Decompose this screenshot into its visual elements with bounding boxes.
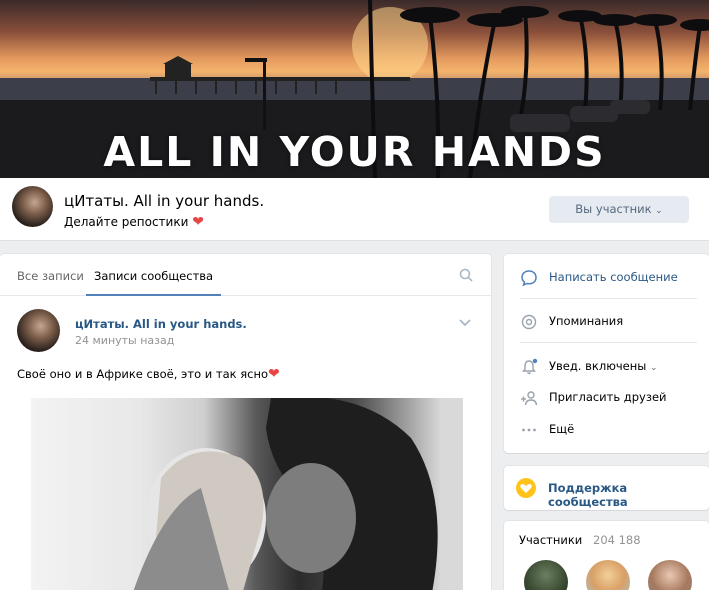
wall-card: Все записи Записи сообщества цИтаты. All… [0,254,491,590]
group-status-text: Делайте репостики [64,215,189,229]
add-friend-icon [521,391,538,406]
at-icon [521,314,537,330]
cover-title: All in your hands [103,128,606,176]
more-icon [522,428,536,432]
menu-item-mentions[interactable]: Упоминания [504,307,709,335]
post-author-avatar[interactable] [17,309,60,352]
menu-item-invite-friends[interactable]: Пригласить друзей [504,383,709,411]
member-avatar[interactable] [586,560,630,590]
support-community-button[interactable]: Поддержка сообщества [504,466,709,510]
tab-all-posts[interactable]: Все записи [17,254,84,296]
group-header: цИтаты. All in your hands. Делайте репос… [0,178,709,241]
heart-coin-icon [516,478,536,498]
post-menu-chevron-icon[interactable] [458,318,472,328]
post-photo-image [133,398,438,590]
cover-image: All in your hands [0,0,709,178]
members-title[interactable]: Участники [519,533,582,547]
actions-menu: Написать сообщение Упоминания Увед. вклю… [504,254,709,453]
menu-item-write-message[interactable]: Написать сообщение [504,263,709,291]
group-status: Делайте репостики ❤ [64,214,204,230]
support-label: Поддержка сообщества [548,481,628,509]
menu-item-label: Пригласить друзей [549,390,667,404]
menu-item-label: Ещё [549,422,575,436]
group-name: цИтаты. All in your hands. [64,192,265,210]
menu-item-notifications[interactable]: Увед. включены ⌄ [504,352,709,380]
members-card: Участники 204 188 [504,521,709,590]
tab-community-posts[interactable]: Записи сообщества [86,254,222,296]
post-text-body: Своё оно и в Африке своё, это и так ясно [17,367,269,381]
menu-item-more[interactable]: Ещё [504,415,709,443]
chevron-down-icon: ⌄ [650,363,658,373]
menu-divider [520,342,697,343]
group-avatar[interactable] [12,186,53,227]
post-photo[interactable] [31,398,463,590]
message-icon [521,270,537,287]
menu-item-label: Написать сообщение [549,270,678,284]
member-button-label: Вы участник [575,202,652,216]
member-avatar[interactable] [648,560,692,590]
menu-divider [520,298,697,299]
bell-icon [522,358,538,375]
member-avatar[interactable] [524,560,568,590]
chevron-down-icon: ⌄ [655,206,663,216]
post-time[interactable]: 24 минуты назад [75,334,174,347]
menu-item-label: Упоминания [549,314,624,328]
post-text: Своё оно и в Африке своё, это и так ясно… [17,366,280,382]
members-count: 204 188 [593,533,641,547]
menu-item-label: Увед. включены ⌄ [549,359,658,373]
heart-icon: ❤ [268,366,280,382]
heart-icon: ❤ [192,214,204,230]
member-status-button[interactable]: Вы участник ⌄ [549,196,689,223]
post-author[interactable]: цИтаты. All in your hands. [75,317,247,331]
notifications-label: Увед. включены [549,359,647,373]
search-icon[interactable] [459,268,473,282]
wall-tabs: Все записи Записи сообщества [0,254,491,296]
